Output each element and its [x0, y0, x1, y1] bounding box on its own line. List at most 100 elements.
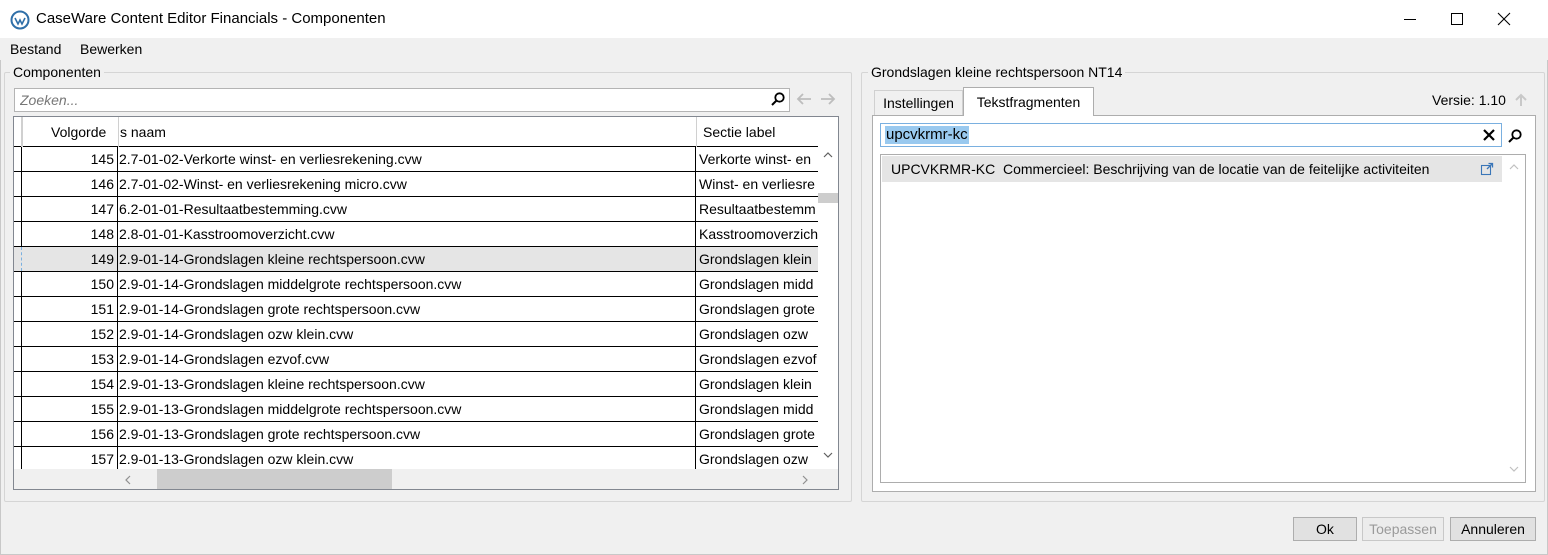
cell-sectie-label: Grondslagen grote [699, 426, 815, 442]
version-up-arrow-icon[interactable] [1513, 92, 1529, 111]
apply-button[interactable]: Toepassen [1362, 517, 1444, 541]
menu-bestand[interactable]: Bestand [10, 41, 61, 57]
row-selector-header [14, 117, 22, 147]
tab-tekstfragmenten-label: Tekstfragmenten [976, 94, 1081, 110]
cell-naam: 2.9-01-13-Grondslagen ozw klein.cvw [118, 447, 696, 471]
row-selector [14, 422, 22, 446]
cell-naam: 2.7-01-02-Winst- en verliesrekening micr… [118, 172, 696, 196]
cell-volgorde: 155 [22, 397, 118, 421]
cell-sectie-label: Grondslagen klein [699, 251, 812, 267]
component-detail-title: Grondslagen kleine rechtspersoon NT14 [868, 64, 1126, 80]
tab-instellingen[interactable]: Instellingen [874, 90, 963, 115]
cell-naam: 2.7-01-02-Verkorte winst- en verliesreke… [118, 147, 696, 171]
minimize-icon [1404, 19, 1416, 20]
column-header-naam[interactable]: s naam [118, 117, 696, 147]
cell-naam: 2.9-01-13-Grondslagen middelgrote rechts… [118, 397, 696, 421]
scroll-left-icon[interactable] [124, 474, 132, 486]
fragment-search-input[interactable]: upcvkrmr-kc [885, 126, 969, 144]
table-row[interactable]: 152 2.9-01-14-Grondslagen ozw klein.cvw Gr… [14, 322, 818, 347]
cell-naam: 2.9-01-14-Grondslagen kleine rechtsperso… [118, 247, 696, 271]
scroll-down-icon[interactable] [1509, 465, 1519, 473]
grid-vertical-scrollbar[interactable] [818, 147, 838, 467]
fragment-search-icon[interactable] [1507, 128, 1523, 147]
scroll-corner [818, 469, 838, 489]
table-row[interactable]: 151 2.9-01-14-Grondslagen grote rechtsper… [14, 297, 818, 322]
cell-naam: 2.9-01-14-Grondslagen ezvof.cvw [118, 347, 696, 371]
fragment-search-box[interactable]: upcvkrmr-kc [880, 123, 1502, 147]
cell-volgorde: 148 [22, 222, 118, 246]
column-header-sectie-label[interactable]: Sectie label [696, 117, 818, 147]
scroll-up-icon[interactable] [822, 151, 834, 159]
cell-sectie-label: Grondslagen klein [699, 376, 812, 392]
column-separator [22, 117, 23, 147]
row-selector [14, 447, 22, 471]
table-row[interactable]: 146 2.7-01-02-Winst- en verliesrekening m… [14, 172, 818, 197]
vertical-scroll-thumb[interactable] [818, 193, 838, 203]
cell-volgorde: 156 [22, 422, 118, 446]
cell-sectie-label: Grondslagen grote [699, 301, 815, 317]
table-row[interactable]: 156 2.9-01-13-Grondslagen grote rechtsper… [14, 422, 818, 447]
forward-arrow-icon[interactable] [819, 91, 837, 110]
fragment-list-item[interactable]: UPCVKRMR-KC Commercieel: Beschrijving va… [882, 156, 1502, 182]
table-row[interactable]: 145 2.7-01-02-Verkorte winst- en verliesr… [14, 147, 818, 172]
scroll-up-icon[interactable] [1509, 163, 1519, 171]
minimize-button[interactable] [1388, 0, 1434, 38]
row-selector [14, 197, 22, 221]
cell-sectie-label: Resultaatbestemm [699, 201, 816, 217]
cell-naam: 2.9-01-14-Grondslagen grote rechtspersoo… [118, 297, 696, 321]
row-selector [14, 222, 22, 246]
fragment-list: UPCVKRMR-KC Commercieel: Beschrijving va… [880, 154, 1526, 483]
table-row[interactable]: 150 2.9-01-14-Grondslagen middelgrote rec… [14, 272, 818, 297]
table-row[interactable]: 147 6.2-01-01-Resultaatbestemming.cvw Resu… [14, 197, 818, 222]
row-selector [14, 272, 22, 296]
maximize-button[interactable] [1435, 0, 1481, 38]
table-row[interactable]: 155 2.9-01-13-Grondslagen middelgrote rec… [14, 397, 818, 422]
cell-volgorde: 151 [22, 297, 118, 321]
scroll-down-icon[interactable] [822, 451, 834, 459]
table-row[interactable]: 148 2.8-01-01-Kasstroomoverzicht.cvw Kasst… [14, 222, 818, 247]
cell-volgorde: 157 [22, 447, 118, 471]
row-selector [14, 297, 22, 321]
cell-volgorde: 152 [22, 322, 118, 346]
menu-bar: Bestand Bewerken [0, 38, 1548, 60]
grid-horizontal-scrollbar[interactable] [14, 469, 818, 489]
tab-instellingen-label: Instellingen [883, 95, 954, 111]
cell-sectie-label: Grondslagen ozw [699, 451, 808, 467]
cell-naam: 2.9-01-13-Grondslagen kleine rechtsperso… [118, 372, 696, 396]
title-bar: CaseWare Content Editor Financials - Com… [0, 0, 1548, 38]
cell-volgorde: 154 [22, 372, 118, 396]
cell-volgorde: 150 [22, 272, 118, 296]
fragment-description: Commercieel: Beschrijving van de locatie… [1003, 161, 1430, 177]
back-arrow-icon[interactable] [795, 91, 813, 110]
component-search-input[interactable] [18, 91, 758, 109]
clear-search-icon[interactable] [1482, 128, 1496, 145]
fragment-list-scrollbar[interactable] [1503, 155, 1525, 482]
ok-button[interactable]: Ok [1293, 517, 1357, 541]
row-selector [14, 372, 22, 396]
close-icon [1497, 12, 1511, 26]
cell-sectie-label: Grondslagen ezvof [699, 351, 817, 367]
cell-volgorde: 146 [22, 172, 118, 196]
column-header-volgorde[interactable]: Volgorde [51, 117, 118, 147]
close-button[interactable] [1482, 0, 1528, 38]
table-row[interactable]: 149 2.9-01-14-Grondslagen kleine rechtspe… [14, 247, 818, 272]
table-row[interactable]: 154 2.9-01-13-Grondslagen kleine rechtspe… [14, 372, 818, 397]
cell-volgorde: 149 [22, 247, 118, 271]
search-icon[interactable] [770, 91, 786, 110]
cell-volgorde: 145 [22, 147, 118, 171]
horizontal-scroll-thumb[interactable] [157, 469, 392, 489]
cell-naam: 2.9-01-14-Grondslagen middelgrote rechts… [118, 272, 696, 296]
cancel-button[interactable]: Annuleren [1450, 517, 1536, 541]
grid-rows: 145 2.7-01-02-Verkorte winst- en verliesr… [14, 147, 818, 472]
cell-sectie-label: Grondslagen ozw [699, 326, 808, 342]
window-title: CaseWare Content Editor Financials - Com… [36, 10, 386, 27]
row-selector [14, 247, 22, 271]
row-selector [14, 347, 22, 371]
tab-tekstfragmenten[interactable]: Tekstfragmenten [963, 87, 1094, 116]
open-external-icon[interactable] [1480, 162, 1494, 179]
table-row[interactable]: 153 2.9-01-14-Grondslagen ezvof.cvw Gronds… [14, 347, 818, 372]
menu-bewerken[interactable]: Bewerken [80, 41, 142, 57]
cell-naam: 2.9-01-14-Grondslagen ozw klein.cvw [118, 322, 696, 346]
scroll-right-icon[interactable] [801, 474, 809, 486]
row-selector [14, 147, 22, 171]
